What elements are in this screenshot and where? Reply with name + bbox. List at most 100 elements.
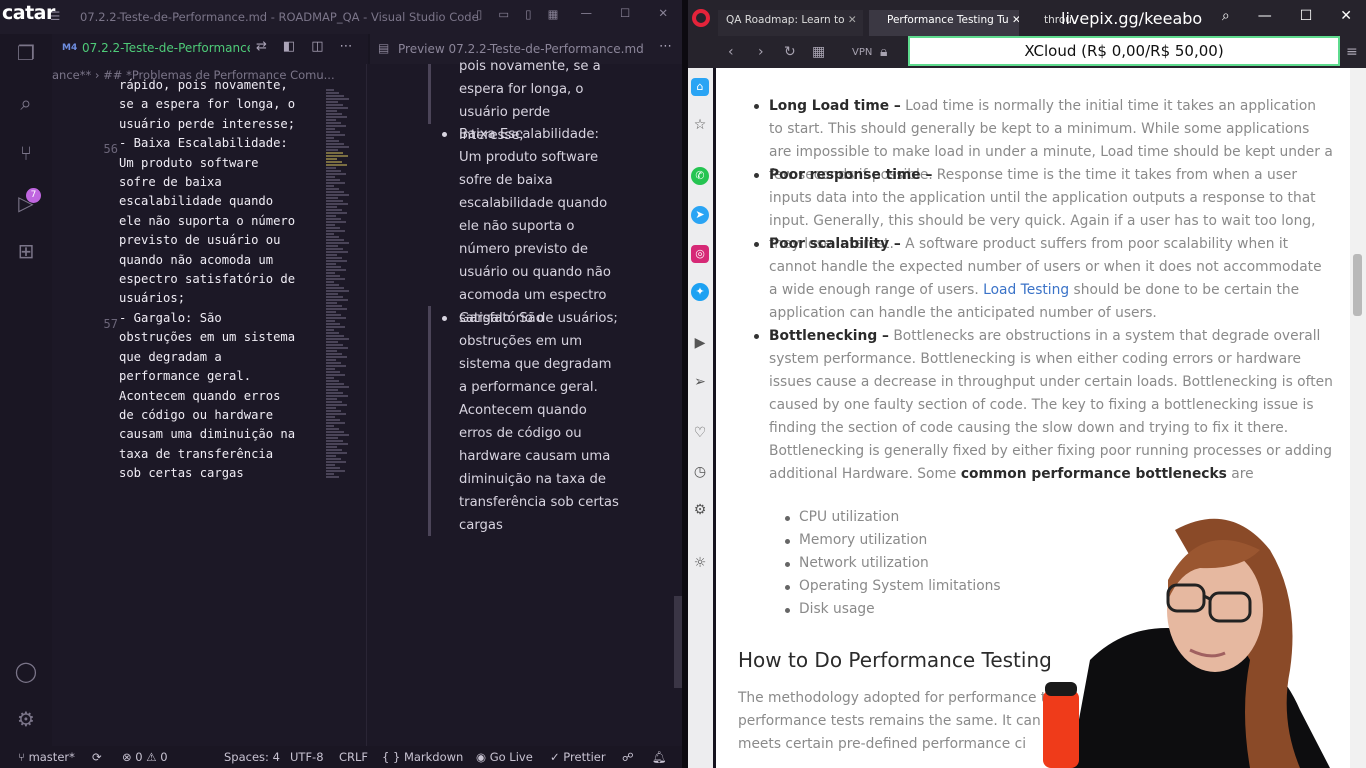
branch-status[interactable]: ⑂ master* <box>18 750 75 764</box>
run-debug-icon[interactable]: ▷ <box>13 190 39 216</box>
minimap-line <box>326 395 348 397</box>
more-actions-icon[interactable]: ⋯ <box>340 39 353 54</box>
bullet-icon <box>754 242 759 247</box>
minimap-line <box>326 212 347 214</box>
more-actions-icon[interactable]: ⋯ <box>659 39 672 54</box>
sync-icon[interactable]: ⟳ <box>92 750 102 764</box>
streamer-webcam <box>1043 518 1330 768</box>
minimap-line <box>326 158 337 160</box>
list-item: CPU utilization <box>799 509 900 525</box>
toggle-secondary-icon[interactable]: ▯ <box>525 7 531 21</box>
browser-tab-active[interactable]: Performance Testing Tu ✕ <box>869 10 1019 36</box>
extensions-icon[interactable]: ⊞ <box>13 238 39 264</box>
minimap-line <box>326 260 347 262</box>
customize-layout-icon[interactable]: ▦ <box>548 7 559 21</box>
minimap-line <box>326 218 341 220</box>
lightbulb-icon[interactable]: ☼ <box>691 554 709 572</box>
minimap-line <box>326 272 335 274</box>
go-live-button[interactable]: ◉ Go Live <box>476 750 533 764</box>
history-icon[interactable]: ◷ <box>691 463 709 481</box>
minimize-icon[interactable]: — <box>581 6 593 20</box>
speed-dial-icon[interactable]: ▦ <box>812 44 825 60</box>
minimap-line <box>326 188 339 190</box>
list-item-scalability: Poor scalability – A software product su… <box>769 233 1334 325</box>
eol-status[interactable]: CRLF <box>339 750 368 764</box>
reload-icon[interactable]: ↻ <box>784 44 796 60</box>
minimap-line <box>326 251 348 253</box>
minimap-line <box>326 314 341 316</box>
close-tab-icon[interactable]: ✕ <box>1012 14 1019 26</box>
twitter-icon[interactable]: ✦ <box>691 283 709 301</box>
problems-status[interactable]: ⊗ 0 ⚠ 0 <box>122 750 168 764</box>
explorer-icon[interactable]: ❐ <box>13 40 39 66</box>
feedback-icon[interactable]: ☍ <box>622 750 634 764</box>
player-icon[interactable]: ▶ <box>691 334 709 352</box>
search-tabs-icon[interactable]: ⌕ <box>1222 8 1230 24</box>
tab-label: 07.2.2-Teste-de-Performance.md <box>82 41 250 55</box>
account-icon[interactable]: ◯ <box>13 658 39 684</box>
minimap-line <box>326 383 344 385</box>
telegram-icon[interactable]: ➤ <box>691 206 709 224</box>
source-control-icon[interactable]: ⑂ <box>13 140 39 166</box>
bullet-icon <box>785 516 790 521</box>
maximize-icon[interactable]: ☐ <box>620 6 630 20</box>
browser-tab[interactable]: QA Roadmap: Learn to ✕ <box>718 10 863 36</box>
minimap-line <box>326 257 342 259</box>
minimap-line <box>326 110 337 112</box>
minimap-line <box>326 209 342 211</box>
toggle-sidebar-icon[interactable]: ▯ <box>476 7 482 21</box>
minimize-icon[interactable]: — <box>1258 8 1272 24</box>
layout-controls: ▯ ▭ ▯ ▦ <box>476 7 558 21</box>
line-number: 56 <box>103 142 118 156</box>
item-text: are <box>1226 466 1254 482</box>
scrollbar-thumb[interactable] <box>1353 254 1362 316</box>
split-editor-icon[interactable]: ◫ <box>311 39 323 54</box>
minimap-line <box>326 368 335 370</box>
toggle-panel-icon[interactable]: ▭ <box>498 7 509 21</box>
bullet-icon <box>785 562 790 567</box>
settings-gear-icon[interactable]: ⚙ <box>13 706 39 732</box>
pane-splitter[interactable] <box>366 64 367 746</box>
minimap-line <box>326 296 343 298</box>
minimap-line <box>326 377 334 379</box>
heart-icon[interactable]: ♡ <box>691 424 709 442</box>
menu-icon[interactable]: ≡ <box>1346 44 1358 60</box>
instagram-icon[interactable]: ◎ <box>691 245 709 263</box>
tab-markdown-file[interactable]: M4 07.2.2-Teste-de-Performance.md ⇄ ◧ ◫ … <box>52 34 368 64</box>
search-icon[interactable]: ⌕ <box>13 90 39 116</box>
minimap[interactable] <box>326 88 350 488</box>
load-testing-link[interactable]: Load Testing <box>983 282 1069 298</box>
webcam-overlay <box>1000 510 1366 768</box>
encoding-status[interactable]: UTF-8 <box>290 750 324 764</box>
forward-icon[interactable]: › <box>758 44 764 60</box>
whatsapp-icon[interactable]: ✆ <box>691 167 709 185</box>
open-preview-icon[interactable]: ◧ <box>283 39 295 54</box>
vpn-icon[interactable]: VPN <box>852 47 872 58</box>
notifications-bell-icon[interactable]: 🔔︎ <box>652 750 667 764</box>
bookmarks-icon[interactable]: ☆ <box>691 116 709 134</box>
close-icon[interactable]: ✕ <box>658 6 668 20</box>
language-mode[interactable]: { } Markdown <box>382 750 463 764</box>
minimap-line <box>326 317 346 319</box>
send-icon[interactable]: ➢ <box>691 373 709 391</box>
minimap-line <box>326 245 338 247</box>
close-tab-icon[interactable]: ✕ <box>848 14 857 26</box>
code-text[interactable]: rápido, pois novamente, se a espera for … <box>119 76 319 484</box>
preview-scrollbar[interactable] <box>674 596 682 688</box>
minimap-line <box>326 338 349 340</box>
opera-logo-icon[interactable] <box>692 9 710 27</box>
indentation-status[interactable]: Spaces: 4 <box>224 750 280 764</box>
bullet-icon <box>754 334 759 339</box>
settings-gear-icon[interactable]: ⚙ <box>691 501 709 519</box>
close-icon[interactable]: ✕ <box>1340 8 1352 24</box>
prettier-status[interactable]: ✓ Prettier <box>550 750 606 764</box>
minimap-line <box>326 131 340 133</box>
minimap-line <box>326 263 336 265</box>
back-icon[interactable]: ‹ <box>728 44 734 60</box>
item-bold: common performance bottlenecks <box>960 466 1227 482</box>
minimap-line <box>326 413 346 415</box>
home-icon[interactable]: ⌂ <box>691 78 709 96</box>
maximize-icon[interactable]: ☐ <box>1300 8 1313 24</box>
code-editor[interactable]: 56 57 rápido, pois novamente, se a esper… <box>52 78 362 746</box>
compare-icon[interactable]: ⇄ <box>256 39 267 54</box>
